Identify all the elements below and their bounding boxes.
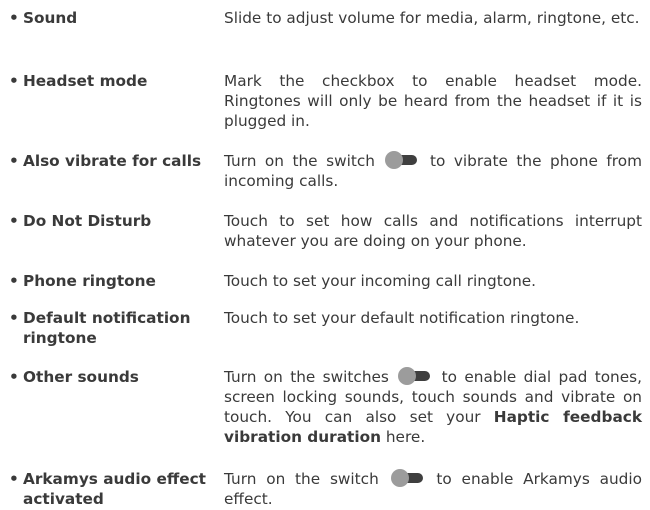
term-arkamys: • Arkamys audio effect activated bbox=[9, 469, 221, 509]
description-text-before: Turn on the switch bbox=[224, 152, 375, 170]
term-phone-ringtone: • Phone ringtone bbox=[9, 271, 221, 291]
term-label: Other sounds bbox=[23, 368, 139, 386]
bullet: • bbox=[9, 72, 19, 90]
term-sound: • Sound bbox=[9, 8, 221, 28]
settings-description-page: • Sound Slide to adjust volume for media… bbox=[0, 0, 650, 510]
term-label: Sound bbox=[23, 9, 78, 27]
description-phone-ringtone: Touch to set your incoming call ringtone… bbox=[224, 272, 537, 290]
term-headset-mode: • Headset mode bbox=[9, 71, 221, 91]
bullet: • bbox=[9, 368, 19, 386]
description-text-before: Turn on the switches bbox=[224, 368, 389, 386]
term-label: Phone ringtone bbox=[23, 272, 156, 290]
description-also-vibrate: Turn on the switch to vibrate the phone … bbox=[224, 151, 642, 191]
term-also-vibrate: • Also vibrate for calls bbox=[9, 151, 221, 171]
term-other-sounds: • Other sounds bbox=[9, 367, 221, 387]
toggle-switch-icon bbox=[398, 367, 432, 385]
bullet: • bbox=[9, 309, 19, 327]
description-sound: Slide to adjust volume for media, alarm,… bbox=[224, 9, 640, 27]
description-arkamys: Turn on the switch to enable Arkamys aud… bbox=[224, 469, 642, 509]
term-label: Default notification ringtone bbox=[23, 309, 191, 347]
description-other-sounds: Turn on the switches to enable dial pad … bbox=[224, 367, 642, 447]
bullet: • bbox=[9, 272, 19, 290]
toggle-switch-icon bbox=[385, 151, 419, 169]
description-text-before: Turn on the switch bbox=[224, 470, 379, 488]
term-default-notification: • Default notification ringtone bbox=[9, 308, 221, 348]
description-headset-mode: Mark the checkbox to enable headset mode… bbox=[224, 72, 642, 130]
description-default-notification: Touch to set your default notification r… bbox=[224, 309, 580, 327]
bullet: • bbox=[9, 152, 19, 170]
description-text-end: here. bbox=[385, 428, 426, 446]
term-label: Also vibrate for calls bbox=[23, 152, 202, 170]
term-label: Do Not Disturb bbox=[23, 212, 152, 230]
term-do-not-disturb: • Do Not Disturb bbox=[9, 211, 221, 231]
bullet: • bbox=[9, 470, 19, 488]
bullet: • bbox=[9, 212, 19, 230]
term-label: Headset mode bbox=[23, 72, 148, 90]
description-do-not-disturb: Touch to set how calls and notifications… bbox=[224, 212, 642, 250]
toggle-switch-icon bbox=[390, 469, 425, 487]
bullet: • bbox=[9, 9, 19, 27]
term-label: Arkamys audio effect activated bbox=[23, 470, 206, 508]
